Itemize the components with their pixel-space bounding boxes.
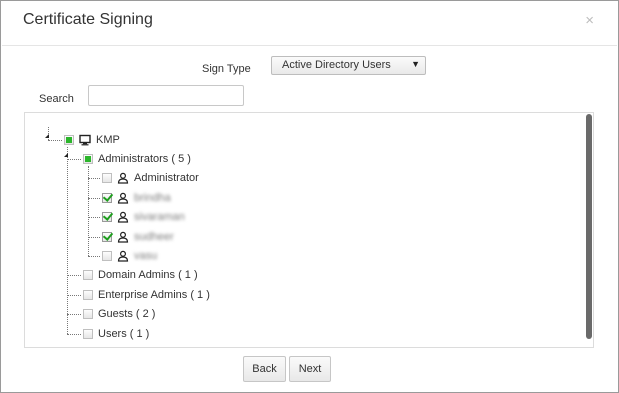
tree-group-domain-admins[interactable]: Domain Admins ( 1 ) bbox=[83, 267, 198, 283]
tree-node-label: Guests ( 2 ) bbox=[98, 308, 156, 320]
tree-node-label: Users ( 1 ) bbox=[98, 328, 150, 340]
tree-node-label: KMP bbox=[96, 134, 120, 146]
tree-group-users[interactable]: Users ( 1 ) bbox=[83, 326, 149, 342]
tree-checkbox[interactable] bbox=[83, 290, 93, 300]
user-icon bbox=[117, 250, 129, 262]
dropdown-caret-icon: ▼ bbox=[411, 59, 420, 69]
search-label: Search bbox=[39, 93, 74, 105]
user-icon bbox=[117, 172, 129, 184]
tree-user-node[interactable]: Administrator bbox=[102, 170, 199, 186]
tree-node-label: Administrators ( 5 ) bbox=[98, 153, 191, 165]
tree-connector bbox=[88, 178, 100, 179]
user-icon bbox=[117, 211, 129, 223]
tree-node-label: brindha bbox=[134, 192, 171, 204]
tree-checkbox[interactable] bbox=[83, 154, 93, 164]
tree-connector bbox=[67, 314, 81, 315]
sign-type-label: Sign Type bbox=[202, 63, 251, 75]
tree-node-label: sudheer bbox=[134, 231, 174, 243]
user-icon bbox=[117, 231, 129, 243]
certificate-signing-dialog: Certificate Signing × Sign Type Active D… bbox=[0, 0, 619, 393]
next-button[interactable]: Next bbox=[289, 356, 331, 382]
tree-checkbox[interactable] bbox=[102, 193, 112, 203]
tree-scrollbar[interactable] bbox=[586, 114, 592, 339]
tree-connector bbox=[67, 147, 68, 334]
tree-connector bbox=[88, 237, 100, 238]
tree-user-node[interactable]: vasu bbox=[102, 248, 157, 264]
user-icon bbox=[117, 192, 129, 204]
tree-checkbox[interactable] bbox=[64, 135, 74, 145]
tree-group-enterprise-admins[interactable]: Enterprise Admins ( 1 ) bbox=[83, 287, 210, 303]
tree-group-guests[interactable]: Guests ( 2 ) bbox=[83, 306, 155, 322]
tree-connector bbox=[67, 295, 81, 296]
tree-connector bbox=[88, 256, 100, 257]
back-button[interactable]: Back bbox=[243, 356, 286, 382]
search-input[interactable] bbox=[88, 85, 244, 106]
tree-checkbox[interactable] bbox=[83, 329, 93, 339]
sign-type-select[interactable]: Active Directory Users ▼ bbox=[271, 56, 426, 75]
tree-user-node[interactable]: brindha bbox=[102, 190, 171, 206]
close-icon[interactable]: × bbox=[585, 13, 594, 29]
tree-group-administrators[interactable]: Administrators ( 5 ) bbox=[83, 151, 191, 167]
tree-connector bbox=[67, 159, 81, 160]
tree-user-node[interactable]: sudheer bbox=[102, 229, 174, 245]
tree-connector bbox=[67, 275, 81, 276]
tree-node-label: Domain Admins ( 1 ) bbox=[98, 269, 198, 281]
tree-node-label: sivaraman bbox=[134, 211, 185, 223]
tree-connector bbox=[67, 334, 81, 335]
expand-toggle-administrators[interactable] bbox=[64, 153, 69, 158]
computer-icon bbox=[79, 134, 91, 146]
tree-user-node[interactable]: sivaraman bbox=[102, 209, 185, 225]
tree-connector bbox=[88, 198, 100, 199]
tree-node-root[interactable]: KMP bbox=[64, 132, 120, 148]
tree-checkbox[interactable] bbox=[102, 173, 112, 183]
tree-connector bbox=[48, 140, 62, 141]
tree-checkbox[interactable] bbox=[102, 251, 112, 261]
expand-toggle-root[interactable] bbox=[45, 134, 50, 139]
header-divider bbox=[2, 45, 617, 46]
sign-type-value: Active Directory Users bbox=[282, 59, 391, 71]
tree-checkbox[interactable] bbox=[83, 270, 93, 280]
tree-node-label: vasu bbox=[134, 250, 158, 262]
tree-checkbox[interactable] bbox=[83, 309, 93, 319]
tree-checkbox[interactable] bbox=[102, 232, 112, 242]
tree-node-label: Enterprise Admins ( 1 ) bbox=[98, 289, 210, 301]
tree-node-label: Administrator bbox=[134, 172, 199, 184]
tree-connector bbox=[88, 217, 100, 218]
tree-connector bbox=[88, 166, 89, 256]
dialog-title: Certificate Signing bbox=[23, 11, 153, 28]
tree-checkbox[interactable] bbox=[102, 212, 112, 222]
